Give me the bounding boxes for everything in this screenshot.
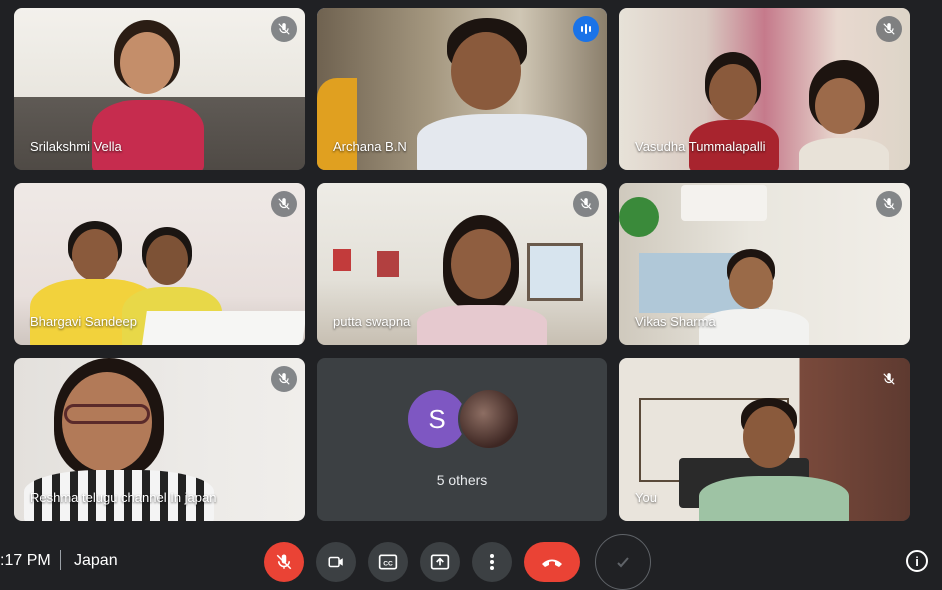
participant-tile-vasudha[interactable]: Vasudha Tummalapalli xyxy=(619,8,910,170)
participant-name: Archana B.N xyxy=(333,139,407,154)
mic-off-icon xyxy=(271,366,297,392)
present-icon xyxy=(430,554,450,570)
participant-name: Bhargavi Sandeep xyxy=(30,314,137,329)
divider xyxy=(60,550,61,570)
mic-off-icon xyxy=(271,16,297,42)
meeting-name: Japan xyxy=(74,552,118,569)
more-options-button[interactable] xyxy=(472,542,512,582)
control-bar: :17 PM Japan CC i xyxy=(0,532,942,590)
check-button[interactable] xyxy=(595,534,651,590)
end-call-icon xyxy=(542,559,562,567)
audio-level-icon xyxy=(573,16,599,42)
present-button[interactable] xyxy=(420,542,460,582)
mic-toggle-button[interactable] xyxy=(264,542,304,582)
check-icon xyxy=(617,557,629,568)
participant-tile-srilakshmi[interactable]: Srilakshmi Vella xyxy=(14,8,305,170)
video-feed xyxy=(397,213,567,345)
participant-tile-bhargavi[interactable]: Bhargavi Sandeep xyxy=(14,183,305,345)
avatar-letter: S xyxy=(428,403,446,434)
camera-toggle-button[interactable] xyxy=(316,542,356,582)
clock: :17 PM xyxy=(0,552,51,569)
others-count: 5 others xyxy=(436,472,488,488)
participant-name: putta swapna xyxy=(333,314,411,329)
svg-text:CC: CC xyxy=(383,560,393,567)
participant-tile-reshma[interactable]: Reshma telugu channel In japan xyxy=(14,358,305,521)
captions-icon: CC xyxy=(378,554,398,570)
mic-off-icon xyxy=(876,16,902,42)
end-call-button[interactable] xyxy=(524,542,580,582)
participant-tile-archana[interactable]: Archana B.N xyxy=(317,8,607,170)
info-icon[interactable]: i xyxy=(906,550,928,572)
captions-button[interactable]: CC xyxy=(368,542,408,582)
mic-off-icon xyxy=(876,191,902,217)
avatar xyxy=(458,388,520,450)
mic-off-icon xyxy=(276,554,292,570)
camera-icon xyxy=(328,556,343,568)
participant-tile-putta-swapna[interactable]: putta swapna xyxy=(317,183,607,345)
participant-name: You xyxy=(635,490,657,505)
participant-tile-you[interactable]: You xyxy=(619,358,910,521)
more-options-icon xyxy=(490,554,494,570)
others-tile[interactable]: S 5 others xyxy=(317,358,607,521)
info-label: i xyxy=(915,553,919,569)
participant-tile-vikas[interactable]: Vikas Sharma xyxy=(619,183,910,345)
participant-name: Reshma telugu channel In japan xyxy=(30,490,217,505)
participant-name: Vasudha Tummalapalli xyxy=(635,139,766,154)
mic-off-icon xyxy=(876,366,902,392)
video-feed xyxy=(699,249,829,345)
participant-name: Srilakshmi Vella xyxy=(30,139,122,154)
video-feed xyxy=(407,16,597,170)
video-feed xyxy=(699,394,849,521)
mic-off-icon xyxy=(573,191,599,217)
participant-name: Vikas Sharma xyxy=(635,314,716,329)
mic-off-icon xyxy=(271,191,297,217)
